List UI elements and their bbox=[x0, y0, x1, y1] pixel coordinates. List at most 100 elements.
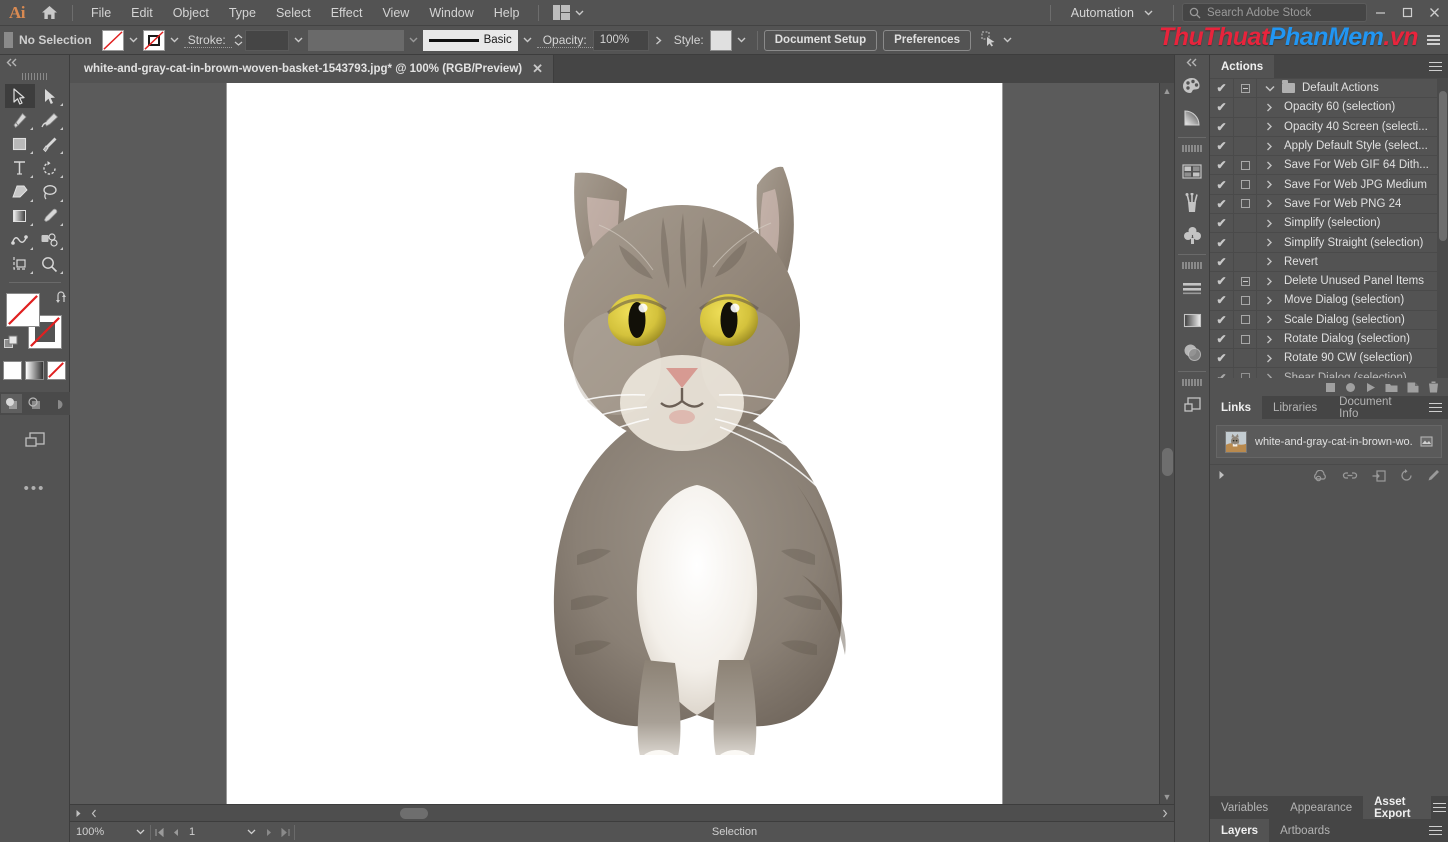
canvas-vertical-scrollbar[interactable]: ▲ ▼ bbox=[1159, 83, 1174, 804]
action-expand-toggle[interactable] bbox=[1257, 335, 1282, 344]
action-row[interactable]: ✔ Scale Dialog (selection) bbox=[1210, 310, 1448, 330]
toolbar-collapse-button[interactable] bbox=[0, 55, 69, 70]
eyedropper-tool[interactable] bbox=[35, 204, 65, 228]
action-expand-toggle[interactable] bbox=[1257, 354, 1282, 363]
menu-help[interactable]: Help bbox=[484, 2, 530, 24]
stroke-weight-label[interactable]: Stroke: bbox=[183, 33, 232, 48]
document-setup-button[interactable]: Document Setup bbox=[763, 29, 878, 51]
stroke-dropdown[interactable] bbox=[165, 30, 184, 51]
first-artboard-button[interactable] bbox=[151, 827, 168, 837]
action-checkbox[interactable]: ✔ bbox=[1210, 233, 1234, 252]
tab-actions[interactable]: Actions bbox=[1210, 55, 1275, 78]
go-to-link-icon[interactable] bbox=[1372, 469, 1386, 482]
action-dialog-toggle[interactable] bbox=[1234, 175, 1257, 194]
action-row[interactable]: ✔ Opacity 60 (selection) bbox=[1210, 98, 1448, 118]
menu-effect[interactable]: Effect bbox=[321, 2, 373, 24]
automation-dropdown[interactable]: Automation bbox=[1059, 6, 1165, 20]
action-checkbox[interactable]: ✔ bbox=[1210, 156, 1234, 175]
pen-tool[interactable] bbox=[5, 108, 35, 132]
scroll-right-arrow[interactable] bbox=[1156, 809, 1174, 818]
minimize-button[interactable] bbox=[1367, 0, 1394, 26]
action-expand-toggle[interactable] bbox=[1257, 373, 1282, 378]
actions-panel-menu-button[interactable] bbox=[1422, 55, 1448, 78]
tab-layers[interactable]: Layers bbox=[1210, 819, 1270, 842]
action-row[interactable]: ✔ Opacity 40 Screen (selecti... bbox=[1210, 117, 1448, 137]
action-dialog-toggle[interactable] bbox=[1234, 271, 1257, 291]
fill-dropdown[interactable] bbox=[124, 30, 143, 51]
actions-set-row[interactable]: ✔ Default Actions bbox=[1210, 79, 1448, 99]
arrange-documents-button[interactable] bbox=[547, 4, 591, 21]
action-expand-toggle[interactable] bbox=[1257, 277, 1282, 286]
action-row[interactable]: ✔ Revert bbox=[1210, 252, 1448, 272]
close-tab-button[interactable]: ✕ bbox=[532, 61, 543, 77]
links-panel-menu-button[interactable] bbox=[1423, 396, 1448, 419]
zoom-dropdown[interactable] bbox=[130, 829, 150, 835]
change-screen-mode-button[interactable] bbox=[22, 429, 48, 454]
action-expand-toggle[interactable] bbox=[1257, 315, 1282, 324]
menu-view[interactable]: View bbox=[372, 2, 419, 24]
action-checkbox[interactable]: ✔ bbox=[1210, 252, 1234, 271]
bottom-panel-menu-button-1[interactable] bbox=[1431, 796, 1448, 819]
rail-group-grip-2[interactable] bbox=[1181, 260, 1203, 270]
none-fill-mode-button[interactable] bbox=[47, 361, 66, 380]
new-set-icon[interactable] bbox=[1385, 382, 1398, 393]
next-artboard-button[interactable] bbox=[261, 828, 277, 837]
close-button[interactable] bbox=[1421, 0, 1448, 26]
previous-artboard-button[interactable] bbox=[168, 828, 183, 837]
action-expand-toggle[interactable] bbox=[1257, 122, 1282, 131]
action-checkbox[interactable]: ✔ bbox=[1210, 136, 1234, 156]
opacity-flyout[interactable] bbox=[649, 30, 668, 51]
artboard-dropdown[interactable] bbox=[241, 829, 261, 835]
actions-scrollbar[interactable] bbox=[1437, 79, 1448, 378]
blend-tool[interactable] bbox=[5, 228, 35, 252]
tab-appearance[interactable]: Appearance bbox=[1279, 796, 1363, 819]
action-dialog-toggle[interactable] bbox=[1234, 368, 1257, 378]
action-dialog-toggle[interactable] bbox=[1234, 117, 1257, 136]
rail-collapse-button[interactable] bbox=[1175, 55, 1209, 70]
action-expand-toggle[interactable] bbox=[1257, 142, 1282, 151]
stroke-profile-input[interactable] bbox=[307, 29, 404, 51]
scroll-down-arrow[interactable]: ▼ bbox=[1160, 789, 1174, 804]
artboard-tool[interactable] bbox=[5, 252, 35, 276]
color-panel-icon[interactable] bbox=[1175, 70, 1209, 102]
align-to-pixel-grid-button[interactable] bbox=[981, 31, 998, 50]
action-dialog-toggle[interactable] bbox=[1234, 214, 1257, 233]
tab-variables[interactable]: Variables bbox=[1210, 796, 1279, 819]
paintbrush-tool[interactable] bbox=[35, 132, 65, 156]
gradient-fill-mode-button[interactable] bbox=[25, 361, 44, 380]
action-checkbox[interactable]: ✔ bbox=[1210, 194, 1234, 214]
last-artboard-button[interactable] bbox=[277, 827, 294, 837]
draw-normal-button[interactable] bbox=[1, 394, 22, 413]
opacity-label[interactable]: Opacity: bbox=[536, 33, 593, 48]
action-row[interactable]: ✔ Save For Web PNG 24 bbox=[1210, 194, 1448, 215]
edit-toolbar-button[interactable]: ••• bbox=[24, 480, 46, 497]
action-dialog-toggle[interactable] bbox=[1234, 194, 1257, 214]
direct-selection-tool[interactable] bbox=[35, 84, 65, 108]
color-fill-mode-button[interactable] bbox=[3, 361, 22, 380]
action-dialog-toggle[interactable] bbox=[1234, 98, 1257, 117]
eraser-tool[interactable] bbox=[5, 180, 35, 204]
type-tool[interactable] bbox=[5, 156, 35, 180]
action-expand-toggle[interactable] bbox=[1257, 199, 1282, 208]
set-expand-toggle[interactable] bbox=[1257, 85, 1282, 92]
action-row[interactable]: ✔ Shear Dialog (selection) bbox=[1210, 368, 1448, 378]
zoom-tool[interactable] bbox=[35, 252, 65, 276]
action-expand-toggle[interactable] bbox=[1257, 103, 1282, 112]
action-row[interactable]: ✔ Simplify (selection) bbox=[1210, 214, 1448, 234]
graphic-style-swatch[interactable] bbox=[709, 29, 732, 51]
curvature-tool[interactable] bbox=[35, 108, 65, 132]
rectangle-tool[interactable] bbox=[5, 132, 35, 156]
tab-libraries[interactable]: Libraries bbox=[1262, 396, 1328, 419]
action-row[interactable]: ✔ Save For Web GIF 64 Dith... bbox=[1210, 156, 1448, 176]
rotate-tool[interactable] bbox=[35, 156, 65, 180]
action-dialog-toggle[interactable] bbox=[1234, 310, 1257, 329]
actions-list[interactable]: ✔ Default Actions ✔ Opacity 60 (selectio… bbox=[1210, 78, 1448, 378]
rail-group-grip-3[interactable] bbox=[1181, 377, 1203, 387]
stroke-profile-dropdown[interactable] bbox=[404, 30, 423, 51]
action-row[interactable]: ✔ Apply Default Style (select... bbox=[1210, 136, 1448, 157]
horizontal-scroll-thumb[interactable] bbox=[400, 808, 428, 819]
action-row[interactable]: ✔ Simplify Straight (selection) bbox=[1210, 233, 1448, 253]
canvas[interactable]: ▲ ▼ bbox=[70, 83, 1174, 804]
link-item[interactable]: white-and-gray-cat-in-brown-wo... bbox=[1216, 425, 1442, 458]
tab-asset-export[interactable]: Asset Export bbox=[1363, 796, 1432, 820]
